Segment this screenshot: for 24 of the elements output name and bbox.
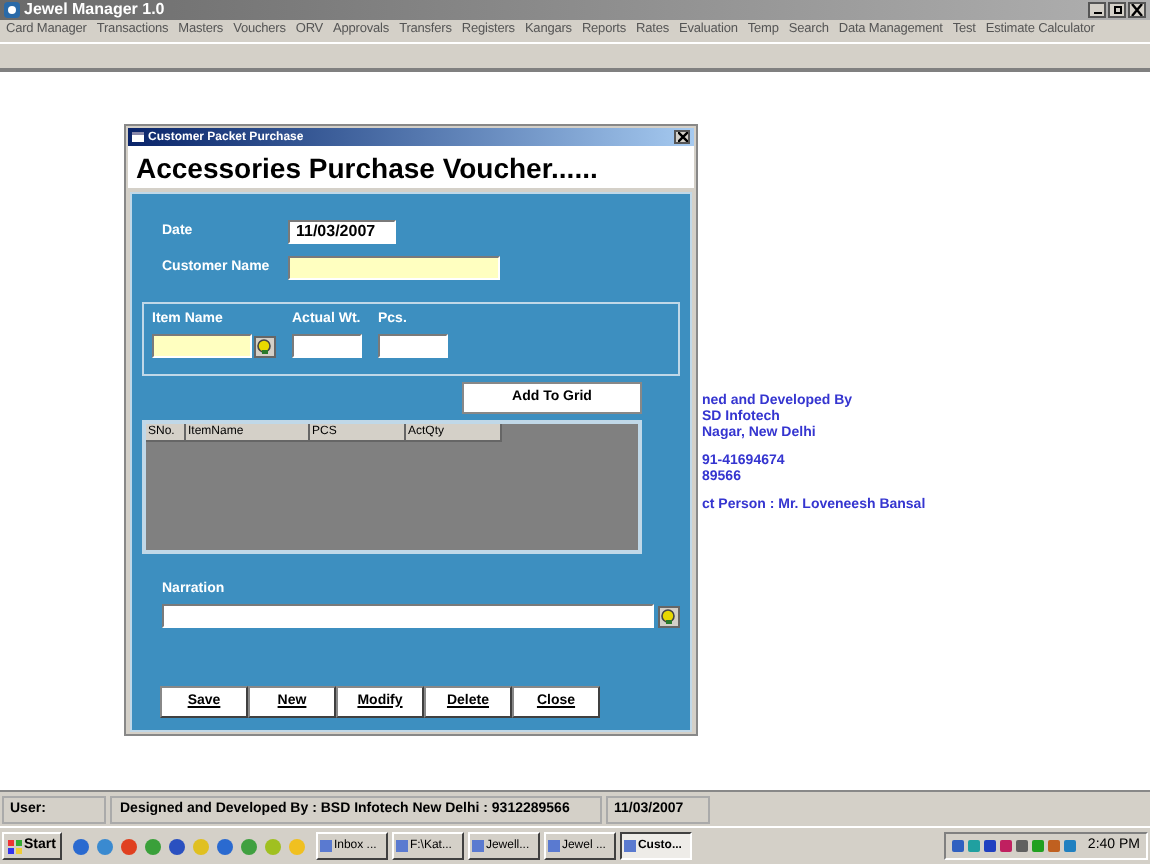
input-field[interactable]: [292, 334, 362, 358]
lookup-icon[interactable]: [254, 335, 276, 357]
window-icon: [547, 840, 560, 852]
input-field[interactable]: [378, 334, 448, 358]
window-icon: [471, 840, 484, 852]
windows-logo-icon: [8, 839, 22, 853]
close-icon: [1130, 4, 1144, 16]
window-icon: [132, 132, 144, 142]
customer-name-field[interactable]: [288, 256, 500, 280]
window-icon: [395, 840, 408, 852]
narration-field[interactable]: [162, 604, 654, 628]
voucher-heading: Accessories Purchase Voucher......: [136, 153, 598, 181]
restore-button[interactable]: [1108, 2, 1126, 18]
item-name-field[interactable]: [152, 334, 252, 358]
lookup-icon[interactable]: [658, 605, 680, 627]
window-icon: [319, 840, 332, 852]
close-icon: [677, 132, 687, 142]
window-title: Jewel Manager 1.0: [24, 2, 165, 18]
window-icon: [623, 840, 636, 852]
date-field[interactable]: 11/03/2007: [288, 220, 396, 244]
dialog-close-button[interactable]: [674, 130, 690, 144]
close-button[interactable]: [1128, 2, 1146, 18]
minimize-button[interactable]: [1088, 2, 1106, 18]
app-icon: [4, 2, 20, 18]
